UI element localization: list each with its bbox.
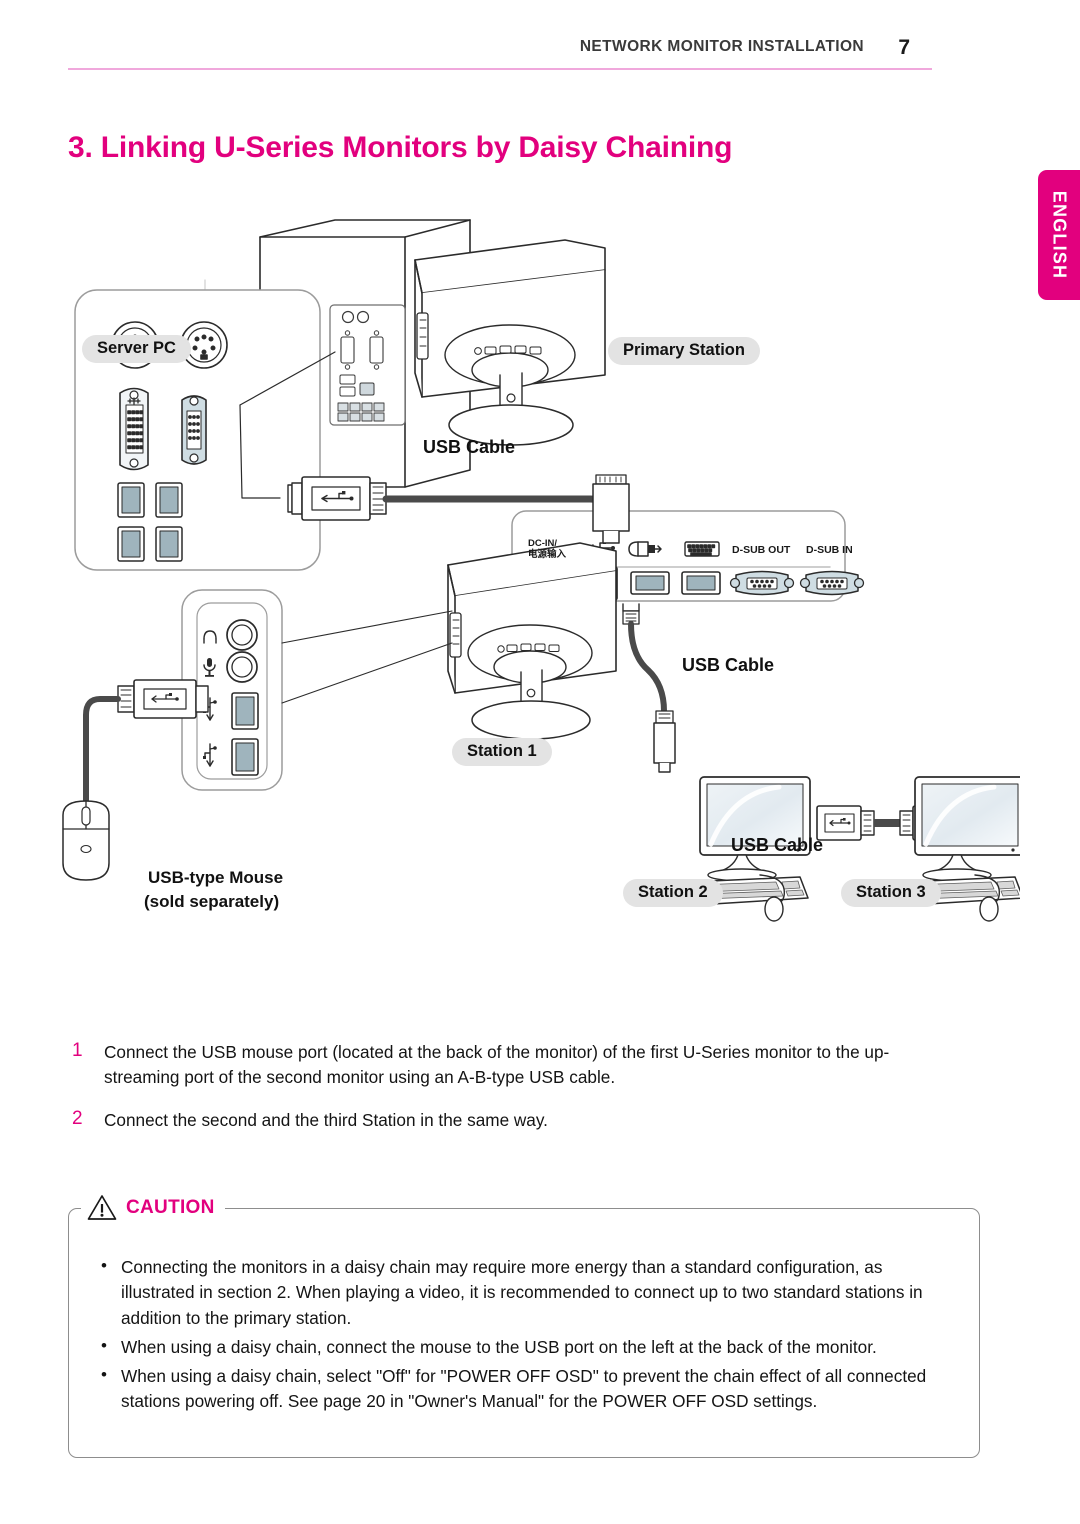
dc-in-label-line2: 电源输入: [528, 548, 567, 560]
step-text: Connect the second and the third Station…: [104, 1109, 548, 1130]
caution-header: CAUTION: [81, 1194, 225, 1221]
diagram-artwork: DC-IN/ 电源输入 D-SUB OUT D-SUB IN: [62, 219, 1020, 922]
label-usb-cable-middle: USB Cable: [682, 655, 775, 675]
caution-list: Connecting the monitors in a daisy chain…: [95, 1254, 953, 1415]
label-usb-cable-bottom: USB Cable: [731, 835, 824, 855]
page-number: 7: [898, 36, 910, 59]
caution-item: When using a daisy chain, select "Off" f…: [95, 1363, 953, 1415]
label-station-3: Station 3: [841, 879, 941, 907]
caution-section: CAUTION Connecting the monitors in a dai…: [68, 1194, 980, 1458]
step-number: 2: [72, 1107, 83, 1129]
label-usb-cable-top: USB Cable: [423, 437, 516, 457]
label-station-1: Station 1: [452, 738, 552, 766]
label-usb-mouse-line1: USB-type Mouse: [148, 868, 284, 887]
label-server-pc: Server PC: [82, 335, 191, 363]
instruction-steps: 1 Connect the USB mouse port (located at…: [68, 1040, 948, 1150]
daisy-chain-diagram: DC-IN/ 电源输入 D-SUB OUT D-SUB IN Server PC…: [60, 215, 1020, 945]
caution-box: CAUTION Connecting the monitors in a dai…: [68, 1194, 980, 1458]
label-primary-station: Primary Station: [608, 337, 760, 365]
station-1-monitor: [447, 542, 617, 740]
caution-title: CAUTION: [126, 1196, 215, 1218]
dsub-out-label: D-SUB OUT: [732, 544, 791, 556]
header-section-title: NETWORK MONITOR INSTALLATION: [579, 38, 864, 55]
caution-item: Connecting the monitors in a daisy chain…: [95, 1254, 953, 1331]
step-text: Connect the USB mouse port (located at t…: [104, 1042, 890, 1088]
usb-plug-to-station2: [653, 710, 676, 773]
dsub-in-label: D-SUB IN: [806, 544, 853, 556]
label-station-2: Station 2: [623, 879, 723, 907]
keyboard-icon: [684, 541, 720, 557]
station-1-side-port-panel: [181, 589, 453, 791]
warning-triangle-icon: [87, 1195, 117, 1220]
step-item: 1 Connect the USB mouse port (located at…: [68, 1040, 948, 1091]
language-tab-label: ENGLISH: [1049, 190, 1070, 280]
manual-page: NETWORK MONITOR INSTALLATION 7 ENGLISH 3…: [0, 0, 1080, 1524]
page-title: 3. Linking U-Series Monitors by Daisy Ch…: [68, 131, 733, 164]
dc-in-label-line1: DC-IN/: [528, 538, 557, 549]
step-item: 2 Connect the second and the third Stati…: [68, 1108, 948, 1133]
header-divider: [68, 68, 932, 70]
caution-item: When using a daisy chain, connect the mo…: [95, 1334, 953, 1360]
server-port-detail-panel: [74, 289, 336, 571]
mouse-body: [62, 800, 110, 881]
language-tab-english: ENGLISH: [1038, 170, 1080, 300]
page-header: NETWORK MONITOR INSTALLATION 7: [68, 36, 932, 72]
label-usb-mouse-line2: (sold separately): [144, 892, 280, 911]
step-number: 1: [72, 1040, 83, 1061]
